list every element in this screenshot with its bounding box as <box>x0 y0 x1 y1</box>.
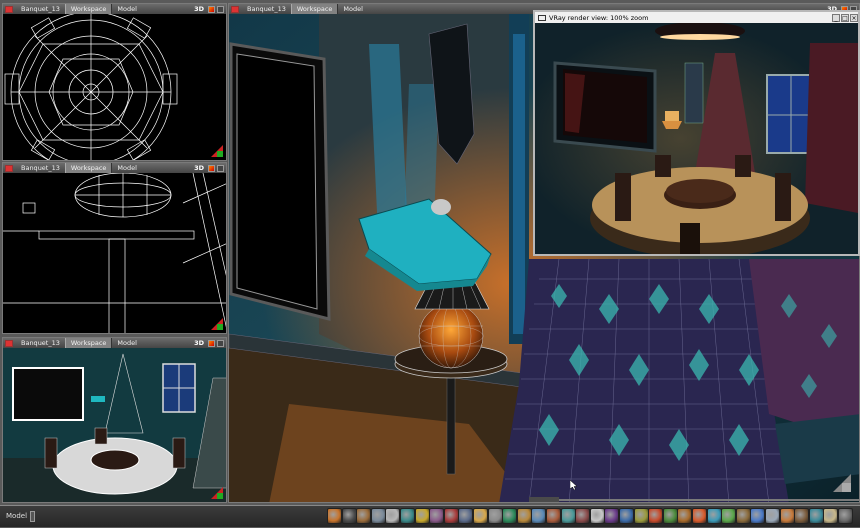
view-mode-label[interactable]: 3D <box>194 164 204 172</box>
tool-palette <box>327 506 860 528</box>
vray-render-window[interactable]: VRay render view: 100% zoom _ □ × <box>533 10 860 256</box>
viewport-titlebar: Banquet_13 Workspace Model 3D <box>3 4 226 14</box>
viewport-titlebar: Banquet_13 Workspace Model 3D <box>3 338 226 348</box>
viewport-options-icon[interactable] <box>208 164 215 172</box>
text-tool-icon[interactable] <box>589 508 605 524</box>
viewport-options-icon[interactable] <box>208 5 215 13</box>
box-tool-icon[interactable] <box>385 508 401 524</box>
cylinder-tool-icon[interactable] <box>400 508 415 524</box>
grid-tool-icon[interactable] <box>487 508 503 524</box>
mirror-tool-icon[interactable] <box>633 508 649 524</box>
boolean-tool-icon[interactable] <box>604 508 620 524</box>
cloth-tool-icon[interactable] <box>808 508 824 524</box>
top-viewport[interactable]: Banquet_13 Workspace Model 3D <box>2 3 227 161</box>
link-tool-icon[interactable] <box>443 508 459 524</box>
window-icon <box>538 14 546 21</box>
perspective-viewport[interactable]: Banquet_13 Workspace Model 3D <box>2 337 227 503</box>
mouse-cursor-icon <box>570 480 577 490</box>
file-name: Banquet_13 <box>247 5 286 13</box>
status-label: Model <box>6 512 28 520</box>
viewport-options-icon[interactable] <box>208 339 215 347</box>
axis-gizmo-icon <box>833 474 851 492</box>
axis-gizmo-icon <box>211 487 223 499</box>
group-tool-icon[interactable] <box>662 508 678 524</box>
tab-workspace[interactable]: Workspace <box>64 163 113 173</box>
file-name: Banquet_13 <box>21 164 60 172</box>
paint-tool-icon[interactable] <box>706 508 722 524</box>
status-field <box>30 511 35 522</box>
tab-workspace[interactable]: Workspace <box>64 4 113 14</box>
file-name: Banquet_13 <box>21 5 60 13</box>
wire-box-tool-icon[interactable] <box>370 508 386 524</box>
taper-tool-icon[interactable] <box>560 508 576 524</box>
tab-model[interactable]: Model <box>112 164 142 172</box>
view-mode-label[interactable]: 3D <box>194 5 204 13</box>
vray-titlebar[interactable]: VRay render view: 100% zoom _ □ × <box>535 12 858 23</box>
tab-model[interactable]: Model <box>112 339 142 347</box>
tab-workspace[interactable]: Workspace <box>290 4 339 14</box>
particle-tool-icon[interactable] <box>779 508 795 524</box>
close-button[interactable]: × <box>850 13 858 22</box>
vray-title: VRay render view: 100% zoom <box>549 13 649 22</box>
array-tool-icon[interactable] <box>619 508 634 524</box>
front-wireframe <box>3 172 226 333</box>
file-icon <box>5 339 13 347</box>
file-name: Banquet_13 <box>21 339 60 347</box>
maximize-icon[interactable] <box>217 339 224 347</box>
render-tool-icon[interactable] <box>692 508 707 524</box>
cube-tool-icon[interactable] <box>356 508 372 524</box>
bones-tool-icon[interactable] <box>823 508 839 524</box>
perspective-scene <box>3 348 226 502</box>
scene-tool-icon[interactable] <box>838 508 853 524</box>
file-icon <box>5 164 13 172</box>
light-tool-icon[interactable] <box>473 508 488 524</box>
front-viewport[interactable]: Banquet_13 Workspace Model 3D <box>2 162 227 334</box>
tab-workspace[interactable]: Workspace <box>64 338 113 348</box>
minimize-button[interactable]: _ <box>832 13 840 22</box>
fog-tool-icon[interactable] <box>765 508 780 524</box>
hair-tool-icon[interactable] <box>794 508 810 524</box>
vray-render-image <box>535 23 858 254</box>
align-tool-icon[interactable] <box>648 508 664 524</box>
twist-tool-icon[interactable] <box>546 508 561 524</box>
camera-tool-icon[interactable] <box>458 508 474 524</box>
sky-tool-icon[interactable] <box>750 508 766 524</box>
sphere-tool-icon[interactable] <box>341 508 357 524</box>
select-tool-icon[interactable] <box>327 508 342 524</box>
top-wireframe <box>4 11 178 160</box>
mesh-tool-icon[interactable] <box>502 508 518 524</box>
shell-tool-icon[interactable] <box>516 508 532 524</box>
axis-gizmo-icon <box>211 318 223 330</box>
viewport-titlebar: Banquet_13 Workspace Model 3D <box>3 163 226 173</box>
tab-model[interactable]: Model <box>338 5 368 13</box>
tree-tool-icon[interactable] <box>721 508 737 524</box>
wave-tool-icon[interactable] <box>575 508 591 524</box>
status-bar: Model <box>0 505 860 527</box>
maximize-icon[interactable] <box>217 164 224 172</box>
tab-model[interactable]: Model <box>112 5 142 13</box>
file-icon <box>231 5 239 13</box>
terrain-tool-icon[interactable] <box>735 508 751 524</box>
file-icon <box>5 5 13 13</box>
axis-gizmo-icon <box>211 145 223 157</box>
bend-tool-icon[interactable] <box>531 508 547 524</box>
maximize-button[interactable]: □ <box>841 13 849 22</box>
maximize-icon[interactable] <box>217 5 224 13</box>
material-tool-icon[interactable] <box>677 508 693 524</box>
lathe-tool-icon[interactable] <box>429 508 445 524</box>
disc-tool-icon[interactable] <box>414 508 430 524</box>
view-mode-label[interactable]: 3D <box>194 339 204 347</box>
